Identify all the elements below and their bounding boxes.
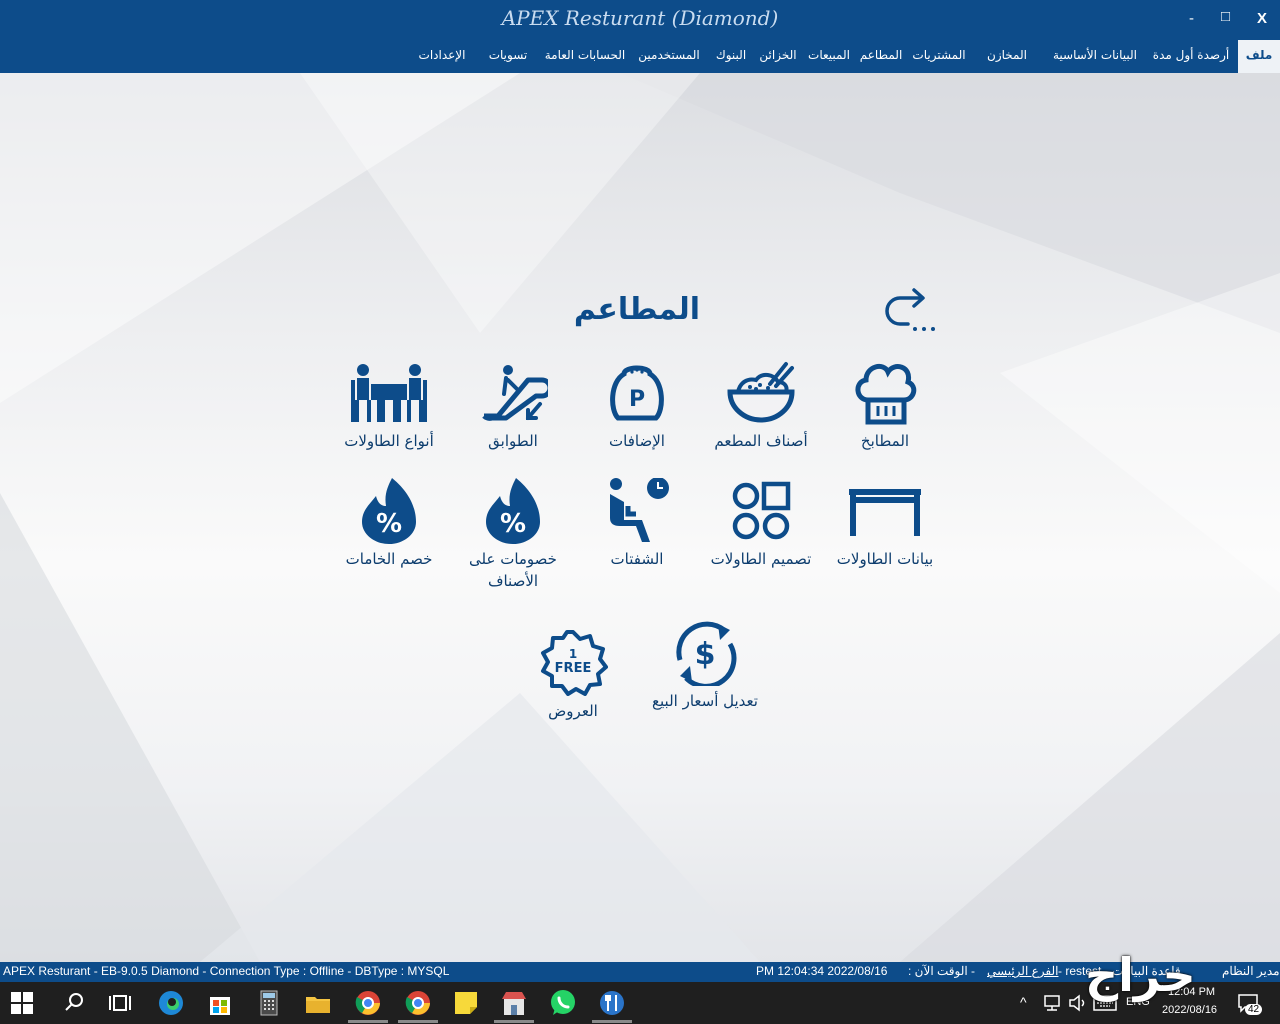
status-time: PM 12:04:34 2022/08/16 bbox=[756, 964, 888, 978]
file-explorer-icon[interactable] bbox=[304, 989, 332, 1017]
windows-start-icon[interactable] bbox=[11, 992, 33, 1014]
task-view-icon[interactable] bbox=[106, 989, 134, 1017]
svg-text:%: % bbox=[500, 509, 526, 539]
page-title: المطاعم bbox=[573, 292, 700, 327]
discount-drop-icon: % bbox=[362, 478, 416, 544]
tile-kitchens[interactable]: المطابخ bbox=[825, 360, 945, 452]
tile-label: الشفتات bbox=[610, 550, 664, 568]
tile-item-discounts[interactable]: % خصومات على الأصناف bbox=[453, 478, 573, 592]
menu-sales[interactable]: المبيعات bbox=[808, 40, 850, 73]
close-button[interactable]: X bbox=[1257, 10, 1267, 27]
menu-basic-data[interactable]: البيانات الأساسية bbox=[1053, 40, 1137, 73]
chef-hat-icon bbox=[855, 363, 917, 425]
menu-stores[interactable]: المخازن bbox=[987, 40, 1027, 73]
store-icon[interactable] bbox=[206, 989, 234, 1017]
pepper-shaker-icon: P bbox=[610, 365, 664, 421]
layout-shapes-icon bbox=[732, 481, 791, 540]
maximize-button[interactable]: □ bbox=[1221, 8, 1230, 25]
dining-table-icon bbox=[351, 364, 427, 422]
tile-label: الطوابق bbox=[488, 432, 538, 450]
tile-label: خصومات على الأصناف bbox=[469, 550, 557, 590]
tile-label: الإضافات bbox=[609, 432, 665, 450]
menu-general-accounts[interactable]: الحسابات العامة bbox=[545, 40, 626, 73]
seated-clock-icon bbox=[610, 478, 669, 542]
tile-label: تعديل أسعار البيع bbox=[652, 692, 758, 710]
tile-restaurant-items[interactable]: أصناف المطعم bbox=[701, 360, 821, 452]
app-window: APEX Resturant (Diamond) - □ X ملف أرصدة… bbox=[0, 0, 1280, 1024]
tray-chevron-icon[interactable]: ^ bbox=[1020, 994, 1027, 1010]
menu-settings[interactable]: الإعدادات bbox=[419, 40, 466, 73]
tile-floors[interactable]: الطوابق bbox=[453, 360, 573, 452]
tile-label: المطابخ bbox=[860, 432, 910, 450]
tile-table-data[interactable]: بيانات الطاولات bbox=[825, 478, 945, 570]
notification-count: 42 bbox=[1245, 1004, 1263, 1015]
back-arrow-icon[interactable] bbox=[882, 288, 940, 338]
tile-additions[interactable]: P الإضافات bbox=[577, 360, 697, 452]
chrome-icon[interactable] bbox=[354, 989, 382, 1017]
whatsapp-icon[interactable] bbox=[549, 989, 577, 1017]
menu-users[interactable]: المستخدمين bbox=[638, 40, 699, 73]
tile-shifts[interactable]: الشفتات bbox=[577, 478, 697, 570]
tile-label: العروض bbox=[548, 702, 598, 720]
tile-table-types[interactable]: أنواع الطاولات bbox=[329, 360, 449, 452]
table-icon bbox=[849, 489, 921, 536]
active-app-indicator bbox=[398, 1020, 438, 1023]
badge-text: FREE bbox=[555, 661, 592, 676]
menu-file[interactable]: ملف bbox=[1238, 40, 1280, 73]
minimize-button[interactable]: - bbox=[1189, 10, 1194, 27]
network-icon[interactable] bbox=[1042, 994, 1062, 1012]
restaurant-app-icon[interactable] bbox=[598, 989, 626, 1017]
menu-opening-balances[interactable]: أرصدة أول مدة bbox=[1153, 40, 1229, 73]
chrome-icon[interactable] bbox=[404, 989, 432, 1017]
tile-price-adjust[interactable]: $ تعديل أسعار البيع bbox=[640, 620, 770, 712]
menu-restaurants[interactable]: المطاعم bbox=[860, 40, 903, 73]
title-bar: APEX Resturant (Diamond) - □ X bbox=[0, 0, 1280, 40]
tile-label: خصم الخامات bbox=[345, 550, 433, 568]
menu-treasuries[interactable]: الخزائن bbox=[759, 40, 796, 73]
discount-drop-icon: % bbox=[486, 478, 540, 544]
window-title: APEX Resturant (Diamond) bbox=[501, 6, 779, 30]
rice-bowl-icon bbox=[727, 362, 795, 423]
tile-label: أنواع الطاولات bbox=[344, 432, 434, 450]
calculator-icon[interactable] bbox=[255, 989, 283, 1017]
status-time-label: : الوقت الآن - bbox=[908, 964, 976, 978]
free-badge-icon: 1 FREE bbox=[541, 630, 608, 696]
svg-text:P: P bbox=[629, 387, 645, 412]
status-user: مدير النظام bbox=[1222, 964, 1280, 978]
status-branch[interactable]: الفرع الرئيسي bbox=[987, 964, 1058, 978]
svg-text:%: % bbox=[376, 509, 402, 539]
clock-date[interactable]: 2022/08/16 bbox=[1162, 1004, 1217, 1016]
price-refresh-icon: $ bbox=[676, 621, 737, 686]
tile-label: أصناف المطعم bbox=[714, 432, 808, 450]
menu-purchases[interactable]: المشتريات bbox=[912, 40, 965, 73]
tile-materials-discount[interactable]: % خصم الخامات bbox=[329, 478, 449, 570]
svg-text:$: $ bbox=[695, 637, 716, 672]
sticky-notes-icon[interactable] bbox=[452, 989, 480, 1017]
menu-settlements[interactable]: تسويات bbox=[489, 40, 528, 73]
active-app-indicator bbox=[348, 1020, 388, 1023]
tile-table-design[interactable]: تصميم الطاولات bbox=[701, 478, 821, 570]
watermark: حراج bbox=[1085, 948, 1196, 1002]
search-icon[interactable] bbox=[60, 989, 88, 1017]
active-app-indicator bbox=[592, 1020, 632, 1023]
tile-offers[interactable]: 1 FREE العروض bbox=[513, 630, 633, 722]
tile-label: بيانات الطاولات bbox=[836, 550, 934, 568]
shop-app-icon[interactable] bbox=[500, 989, 528, 1017]
tile-label: تصميم الطاولات bbox=[710, 550, 812, 568]
escalator-icon bbox=[482, 365, 548, 421]
menu-bar: ملف أرصدة أول مدة البيانات الأساسية المخ… bbox=[0, 40, 1280, 108]
menu-banks[interactable]: البنوك bbox=[716, 40, 746, 73]
badge-number: 1 bbox=[569, 647, 577, 661]
status-app-info: APEX Resturant - EB-9.0.5 Diamond - Conn… bbox=[3, 964, 450, 978]
edge-browser-icon[interactable] bbox=[157, 989, 185, 1017]
active-app-indicator bbox=[494, 1020, 534, 1023]
